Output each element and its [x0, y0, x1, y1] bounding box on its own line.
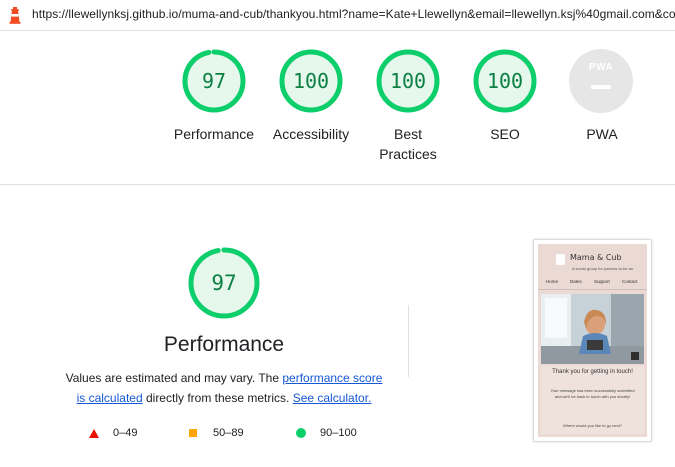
- see-calculator-link[interactable]: See calculator.: [293, 391, 372, 405]
- site-tagline: A social group for parents to-be an: [572, 266, 634, 271]
- performance-score: 97: [211, 271, 237, 295]
- thankyou-message: Your message has been successfully submi…: [550, 388, 635, 399]
- gauge-performance[interactable]: 97 Performance: [169, 48, 259, 144]
- legend-label: 50–89: [213, 427, 244, 439]
- gauge-score: 100: [486, 69, 524, 93]
- legend-label: 0–49: [113, 427, 138, 439]
- final-screenshot[interactable]: Mama & Cub A social group for parents to…: [533, 239, 652, 442]
- performance-title: Performance: [163, 333, 285, 356]
- gauge-label: Accessibility: [272, 126, 350, 142]
- gauge-pwa[interactable]: PWA PWA: [557, 48, 647, 144]
- performance-description: Values are estimated and may vary. The p…: [52, 368, 396, 408]
- category-gauges: 97 Performance 100 Accessibility 100 Bes…: [0, 48, 675, 168]
- section-divider: [0, 184, 675, 185]
- nav-item: Contact: [622, 279, 638, 284]
- triangle-icon: [89, 429, 99, 438]
- square-icon: [189, 429, 197, 437]
- gauge-best-practices[interactable]: 100 Best Practices: [363, 48, 453, 164]
- gauge-label: Performance: [173, 126, 255, 142]
- gauge-score: 100: [292, 69, 330, 93]
- gauge-score: 97: [201, 69, 227, 93]
- site-title: Mama & Cub: [570, 253, 622, 262]
- nav-divider: [538, 289, 647, 290]
- gauge-label: SEO: [490, 126, 520, 142]
- nav-item: Support: [594, 279, 610, 284]
- lighthouse-icon: [9, 7, 21, 24]
- description-text: Values are estimated and may vary. The: [65, 371, 283, 385]
- gauge-accessibility[interactable]: 100 Accessibility: [266, 48, 356, 144]
- address-bar[interactable]: https://llewellynksj.github.io/muma-and-…: [0, 0, 675, 31]
- gauge-score: 100: [389, 69, 427, 93]
- description-text: directly from these metrics.: [142, 391, 293, 405]
- nav-item: Dates: [570, 279, 582, 284]
- gauge-label: Best Practices: [379, 126, 437, 162]
- screenshot-page: Mama & Cub A social group for parents to…: [538, 244, 647, 437]
- thankyou-heading: Thank you for getting in touch!: [552, 369, 633, 375]
- pwa-badge: PWA: [569, 49, 633, 113]
- pwa-badge-text: PWA: [588, 62, 614, 73]
- score-legend: 0–49 50–89 90–100: [0, 425, 448, 443]
- circle-icon: [296, 428, 306, 438]
- child-photo-icon: [541, 294, 644, 364]
- nav-item: Home: [546, 279, 559, 284]
- gauge-seo[interactable]: 100 SEO: [460, 48, 550, 144]
- hero-photo: [541, 294, 644, 364]
- next-question: Where would you like to go next?: [563, 423, 622, 428]
- gauge-label: PWA: [586, 126, 618, 142]
- site-logo-icon: [556, 254, 565, 265]
- url-text[interactable]: https://llewellynksj.github.io/muma-and-…: [32, 7, 675, 21]
- vertical-divider: [408, 305, 409, 377]
- legend-label: 90–100: [320, 427, 357, 439]
- pwa-dash-icon: [591, 85, 611, 89]
